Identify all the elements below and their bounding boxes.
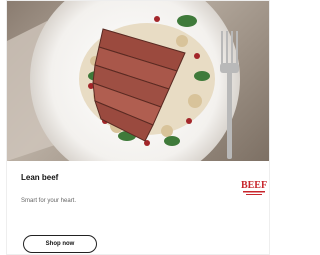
- steak-salad-photo[interactable]: [7, 1, 269, 161]
- promo-card[interactable]: Lean beef Smart for your heart. BEEF Sho…: [6, 0, 270, 255]
- svg-text:BEEF: BEEF: [241, 180, 267, 191]
- beef-logo: BEEF: [239, 177, 269, 197]
- shop-now-button[interactable]: Shop now: [23, 235, 97, 253]
- card-subtitle: Smart for your heart.: [21, 198, 77, 204]
- card-title: Lean beef: [21, 173, 59, 182]
